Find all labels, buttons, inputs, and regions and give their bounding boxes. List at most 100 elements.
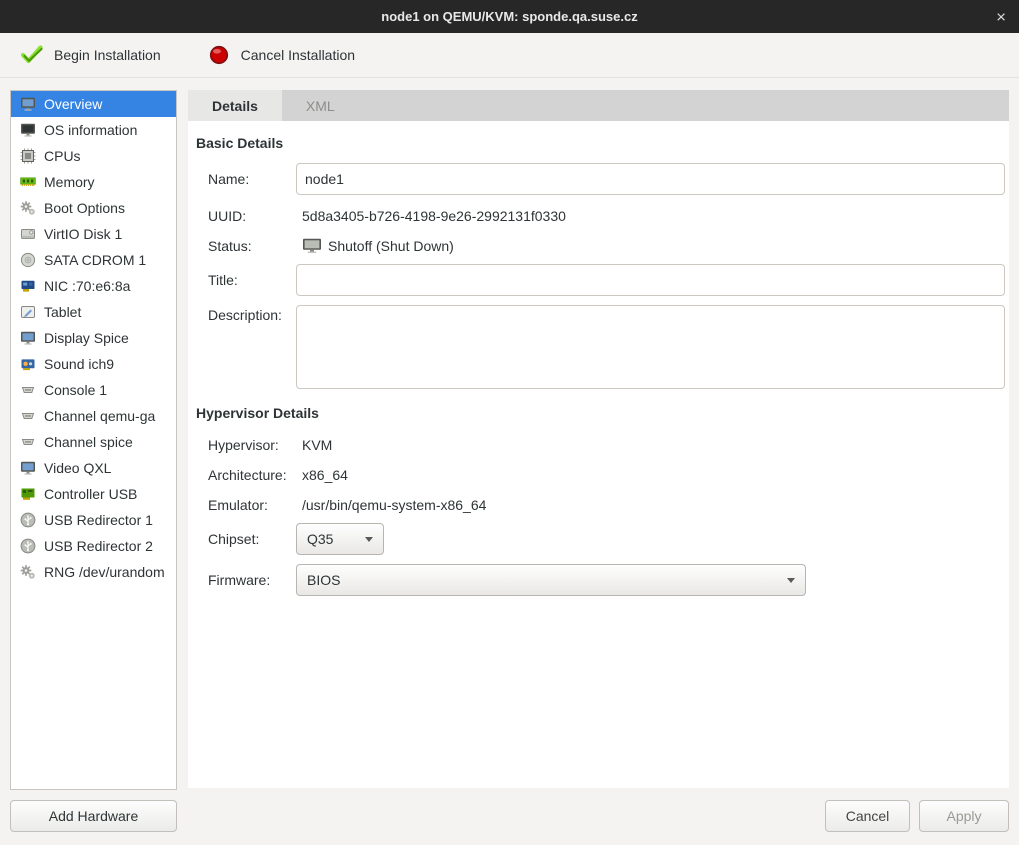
status-row: Status: Shutoff (Shut Down) bbox=[208, 234, 1005, 258]
sidebar-item-label: USB Redirector 2 bbox=[44, 538, 153, 554]
sidebar-item-label: Channel qemu-ga bbox=[44, 408, 155, 424]
action-bar: Cancel Apply bbox=[188, 788, 1009, 832]
tab-strip: DetailsXML bbox=[188, 90, 1009, 121]
uuid-value: 5d8a3405-b726-4198-9e26-2992131f0330 bbox=[296, 208, 1005, 224]
chipset-dropdown[interactable]: Q35 bbox=[296, 523, 384, 555]
hypervisor-value: KVM bbox=[296, 437, 1005, 453]
sidebar-item-overview[interactable]: Overview bbox=[11, 91, 176, 117]
sidebar-item-cpus[interactable]: CPUs bbox=[11, 143, 176, 169]
status-value: Shutoff (Shut Down) bbox=[328, 238, 454, 254]
green-check-icon bbox=[20, 44, 44, 66]
title-input[interactable] bbox=[296, 264, 1005, 296]
name-input[interactable] bbox=[296, 163, 1005, 195]
sidebar-item-label: RNG /dev/urandom bbox=[44, 564, 165, 580]
tablet-icon bbox=[20, 304, 36, 320]
sidebar-item-label: Tablet bbox=[44, 304, 81, 320]
tab-details[interactable]: Details bbox=[188, 90, 282, 121]
sidebar-item-label: VirtIO Disk 1 bbox=[44, 226, 122, 242]
nic-icon bbox=[20, 278, 36, 294]
memory-icon bbox=[20, 174, 36, 190]
sidebar-item-nic-70-e6-8a[interactable]: NIC :70:e6:8a bbox=[11, 273, 176, 299]
channel-icon bbox=[20, 434, 36, 450]
main-panel: DetailsXML Basic Details Name: UUID: 5d8… bbox=[188, 90, 1009, 832]
red-stop-icon bbox=[207, 44, 231, 66]
hypervisor-details-heading: Hypervisor Details bbox=[196, 405, 1005, 421]
begin-installation-label: Begin Installation bbox=[54, 47, 161, 63]
architecture-value: x86_64 bbox=[296, 467, 1005, 483]
add-hardware-button[interactable]: Add Hardware bbox=[10, 800, 177, 832]
window-title: node1 on QEMU/KVM: sponde.qa.suse.cz bbox=[381, 9, 637, 24]
sidebar-item-label: Display Spice bbox=[44, 330, 129, 346]
sidebar-item-virtio-disk-1[interactable]: VirtIO Disk 1 bbox=[11, 221, 176, 247]
tab-xml[interactable]: XML bbox=[282, 90, 359, 121]
sidebar-item-label: NIC :70:e6:8a bbox=[44, 278, 130, 294]
sidebar-item-os-information[interactable]: OS information bbox=[11, 117, 176, 143]
emulator-row: Emulator: /usr/bin/qemu-system-x86_64 bbox=[208, 493, 1005, 517]
basic-details-heading: Basic Details bbox=[196, 135, 1005, 151]
sidebar-item-label: Boot Options bbox=[44, 200, 125, 216]
hardware-panel: Overview OS information CPUs Memory Boot Opt… bbox=[10, 90, 177, 832]
video-icon bbox=[20, 460, 36, 476]
sidebar-item-label: Sound ich9 bbox=[44, 356, 114, 372]
sidebar-item-label: Console 1 bbox=[44, 382, 107, 398]
title-label: Title: bbox=[208, 272, 296, 288]
chevron-down-icon bbox=[787, 578, 795, 583]
sidebar-item-video-qxl[interactable]: Video QXL bbox=[11, 455, 176, 481]
sidebar-item-display-spice[interactable]: Display Spice bbox=[11, 325, 176, 351]
sidebar-item-label: SATA CDROM 1 bbox=[44, 252, 146, 268]
sidebar-item-channel-qemu-ga[interactable]: Channel qemu-ga bbox=[11, 403, 176, 429]
name-row: Name: bbox=[208, 163, 1005, 195]
chipset-label: Chipset: bbox=[208, 531, 296, 547]
description-input[interactable] bbox=[296, 305, 1005, 389]
monitor-icon bbox=[302, 238, 322, 254]
sidebar-item-label: Overview bbox=[44, 96, 102, 112]
emulator-value: /usr/bin/qemu-system-x86_64 bbox=[296, 497, 1005, 513]
sidebar-item-label: OS information bbox=[44, 122, 137, 138]
sidebar-item-controller-usb[interactable]: Controller USB bbox=[11, 481, 176, 507]
name-label: Name: bbox=[208, 171, 296, 187]
sidebar-item-channel-spice[interactable]: Channel spice bbox=[11, 429, 176, 455]
sidebar-item-label: Channel spice bbox=[44, 434, 133, 450]
uuid-label: UUID: bbox=[208, 208, 296, 224]
sidebar-item-label: USB Redirector 1 bbox=[44, 512, 153, 528]
uuid-row: UUID: 5d8a3405-b726-4198-9e26-2992131f03… bbox=[208, 204, 1005, 228]
cancel-installation-button[interactable]: Cancel Installation bbox=[197, 38, 365, 72]
sidebar-item-sata-cdrom-1[interactable]: SATA CDROM 1 bbox=[11, 247, 176, 273]
description-row: Description: bbox=[208, 305, 1005, 389]
apply-button[interactable]: Apply bbox=[919, 800, 1009, 832]
architecture-row: Architecture: x86_64 bbox=[208, 463, 1005, 487]
description-label: Description: bbox=[208, 305, 296, 323]
toolbar: Begin Installation Cancel Installation bbox=[0, 33, 1019, 78]
sidebar-item-usb-redirector-1[interactable]: USB Redirector 1 bbox=[11, 507, 176, 533]
sidebar-item-memory[interactable]: Memory bbox=[11, 169, 176, 195]
hypervisor-label: Hypervisor: bbox=[208, 437, 296, 453]
chipset-row: Chipset: Q35 bbox=[208, 523, 1005, 555]
controller-icon bbox=[20, 486, 36, 502]
sidebar-item-usb-redirector-2[interactable]: USB Redirector 2 bbox=[11, 533, 176, 559]
rng-icon bbox=[20, 564, 36, 580]
firmware-value: BIOS bbox=[307, 572, 340, 588]
window-body: Overview OS information CPUs Memory Boot Opt… bbox=[0, 78, 1019, 845]
cancel-button[interactable]: Cancel bbox=[825, 800, 910, 832]
usb-icon bbox=[20, 538, 36, 554]
sidebar-item-boot-options[interactable]: Boot Options bbox=[11, 195, 176, 221]
display-icon bbox=[20, 330, 36, 346]
chipset-value: Q35 bbox=[307, 531, 333, 547]
sidebar-item-console-1[interactable]: Console 1 bbox=[11, 377, 176, 403]
begin-installation-button[interactable]: Begin Installation bbox=[10, 38, 171, 72]
disk-icon bbox=[20, 226, 36, 242]
firmware-row: Firmware: BIOS bbox=[208, 564, 1005, 596]
console-icon bbox=[20, 382, 36, 398]
sidebar-item-sound-ich9[interactable]: Sound ich9 bbox=[11, 351, 176, 377]
close-icon[interactable]: × bbox=[996, 8, 1006, 25]
virt-manager-window: node1 on QEMU/KVM: sponde.qa.suse.cz × B… bbox=[0, 0, 1019, 845]
sidebar-item-rng-dev-urandom[interactable]: RNG /dev/urandom bbox=[11, 559, 176, 585]
sound-icon bbox=[20, 356, 36, 372]
sidebar-item-tablet[interactable]: Tablet bbox=[11, 299, 176, 325]
firmware-label: Firmware: bbox=[208, 572, 296, 588]
firmware-dropdown[interactable]: BIOS bbox=[296, 564, 806, 596]
status-label: Status: bbox=[208, 238, 296, 254]
hypervisor-row: Hypervisor: KVM bbox=[208, 433, 1005, 457]
sidebar-item-label: Memory bbox=[44, 174, 95, 190]
emulator-label: Emulator: bbox=[208, 497, 296, 513]
